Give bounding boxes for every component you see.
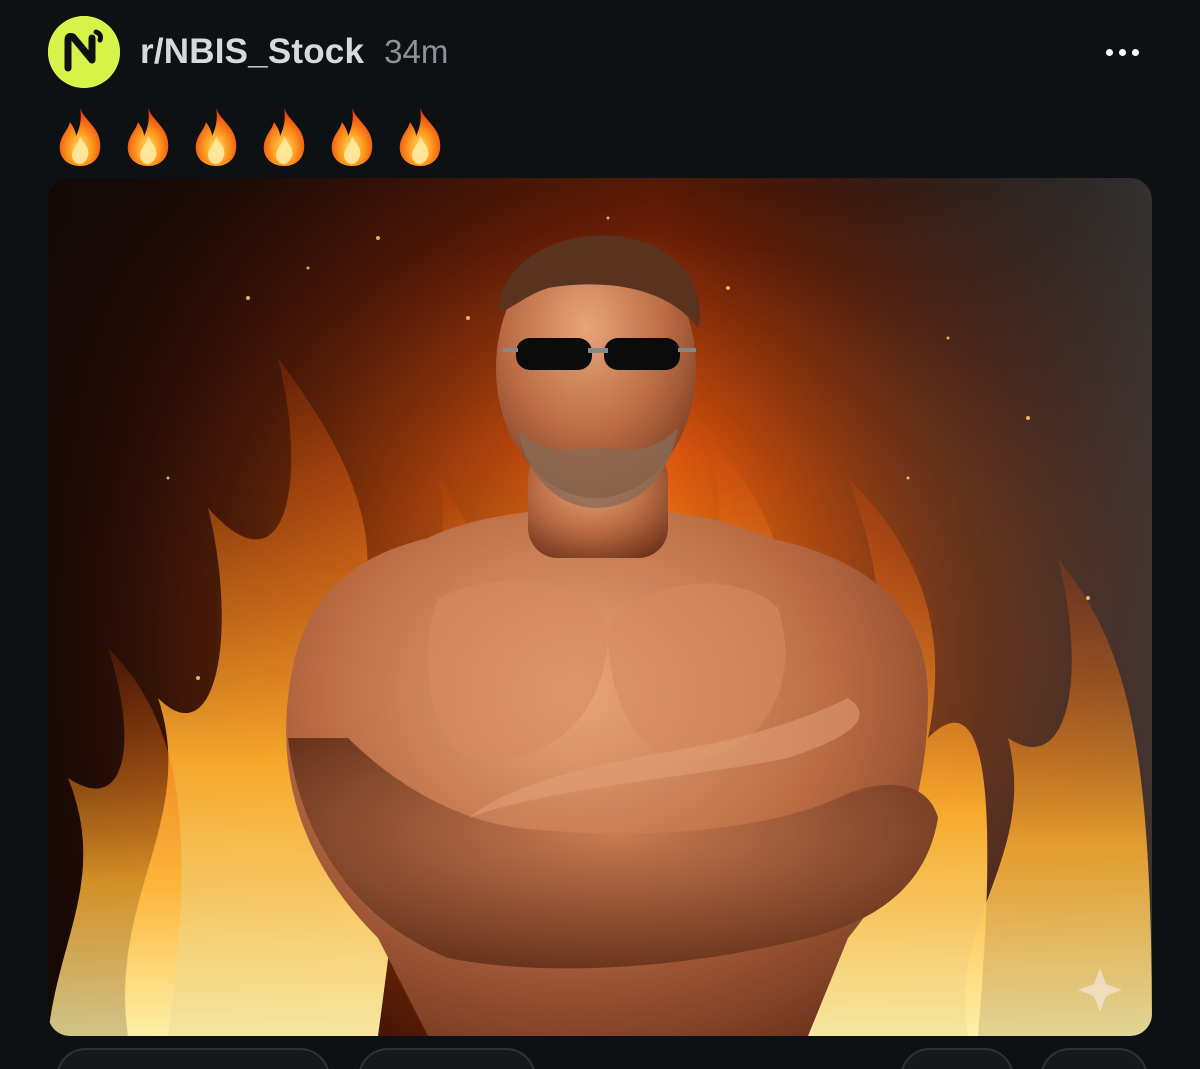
comments-button[interactable] xyxy=(358,1048,536,1069)
community-logo-icon xyxy=(48,16,120,88)
more-horizontal-icon xyxy=(1105,48,1113,56)
post-title[interactable] xyxy=(54,102,446,172)
community-name[interactable]: r/NBIS_Stock xyxy=(140,32,364,72)
post-image-illustration xyxy=(48,178,1152,1036)
fire-emoji-icon xyxy=(263,108,305,166)
award-button[interactable] xyxy=(900,1048,1014,1069)
community-avatar[interactable] xyxy=(48,16,120,88)
fire-emoji-icon xyxy=(195,108,237,166)
share-button[interactable] xyxy=(1040,1048,1148,1069)
more-options-button[interactable] xyxy=(1092,22,1152,82)
fire-emoji-icon xyxy=(127,108,169,166)
fire-emoji-icon xyxy=(59,108,101,166)
fire-emoji-icon xyxy=(399,108,441,166)
post-image[interactable] xyxy=(48,178,1152,1036)
post-header: r/NBIS_Stock 34m xyxy=(48,16,1152,88)
post-timestamp: 34m xyxy=(384,33,449,70)
post-action-bar xyxy=(0,1048,1200,1069)
fire-emoji-icon xyxy=(331,108,373,166)
post-card: r/NBIS_Stock 34m xyxy=(0,0,1200,1069)
vote-button[interactable] xyxy=(56,1048,330,1069)
